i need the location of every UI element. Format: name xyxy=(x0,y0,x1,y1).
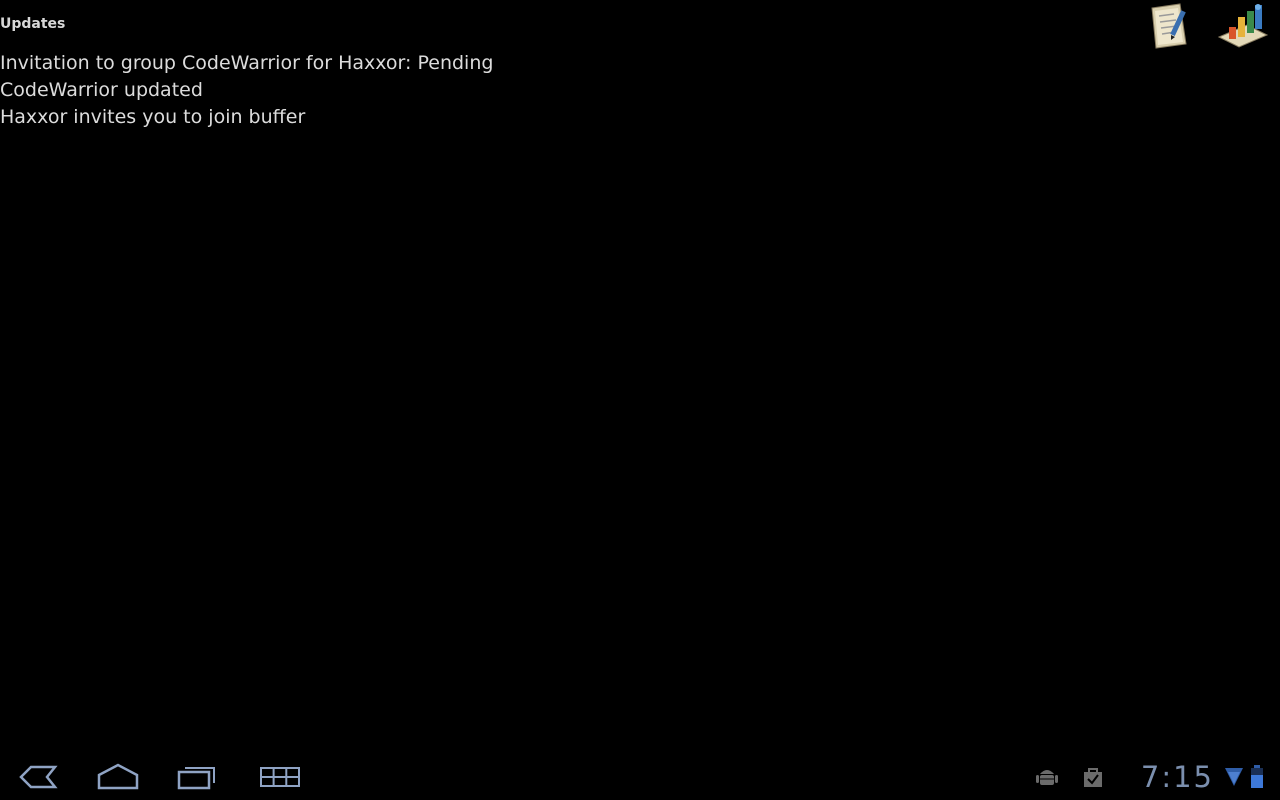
store-bag-icon[interactable] xyxy=(1080,764,1106,790)
home-icon xyxy=(96,763,140,791)
menu-button[interactable] xyxy=(250,758,310,796)
compose-button[interactable] xyxy=(1132,0,1206,52)
stats-button[interactable] xyxy=(1206,0,1280,52)
recent-apps-button[interactable] xyxy=(167,758,227,796)
list-item[interactable]: Invitation to group CodeWarrior for Haxx… xyxy=(0,50,493,77)
android-debug-icon[interactable] xyxy=(1034,764,1060,790)
updates-list: Invitation to group CodeWarrior for Haxx… xyxy=(0,50,493,131)
back-button[interactable] xyxy=(8,758,68,796)
home-button[interactable] xyxy=(88,758,148,796)
action-bar xyxy=(1132,0,1280,52)
list-item[interactable]: Haxxor invites you to join buffer xyxy=(0,104,493,131)
battery-icon[interactable] xyxy=(1244,764,1270,790)
recent-apps-icon xyxy=(177,763,217,791)
notepad-icon xyxy=(1146,2,1192,50)
system-bar: 7:15 xyxy=(0,752,1280,800)
updates-screen: Updates Invitation to group CodeWarrior … xyxy=(0,0,1280,752)
menu-icon xyxy=(259,765,301,789)
list-item[interactable]: CodeWarrior updated xyxy=(0,77,493,104)
back-icon xyxy=(17,764,59,790)
bar-chart-icon xyxy=(1217,3,1269,49)
status-clock[interactable]: 7:15 xyxy=(1141,760,1214,794)
page-title: Updates xyxy=(0,16,66,32)
